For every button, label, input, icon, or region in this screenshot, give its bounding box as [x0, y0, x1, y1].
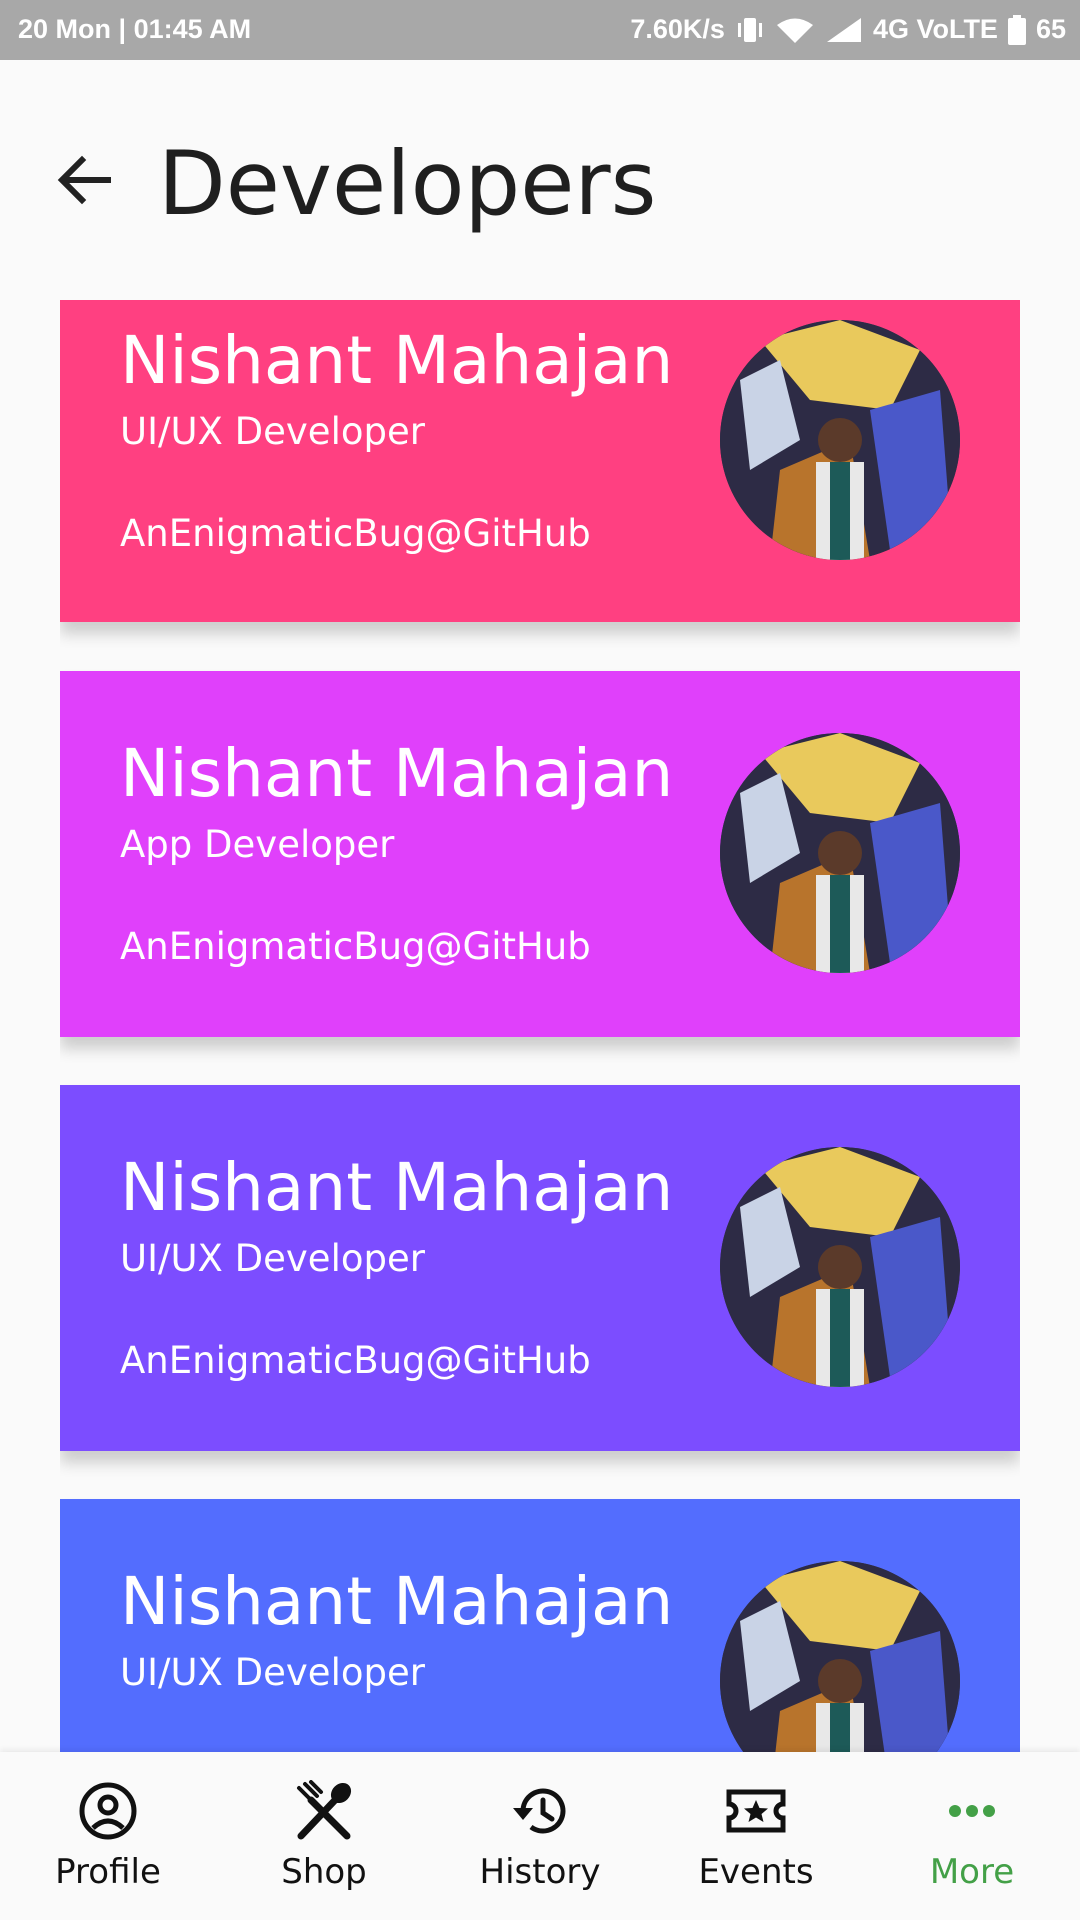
developer-role: UI/UX Developer [120, 1651, 425, 1694]
developer-card[interactable]: Nishant Mahajan UI/UX Developer AnEnigma… [60, 1085, 1020, 1451]
developer-avatar [720, 1147, 960, 1387]
developer-avatar [720, 733, 960, 973]
developer-name: Nishant Mahajan [120, 735, 674, 812]
developer-name: Nishant Mahajan [120, 1149, 674, 1226]
back-button[interactable] [52, 148, 116, 212]
nav-label: Shop [281, 1852, 367, 1892]
developer-handle: AnEnigmaticBug@GitHub [120, 925, 591, 968]
nav-history[interactable]: History [432, 1752, 648, 1920]
nav-shop[interactable]: Shop [216, 1752, 432, 1920]
developer-avatar [720, 1561, 960, 1752]
developer-role: UI/UX Developer [120, 410, 425, 453]
battery-level: 65 [1035, 14, 1066, 44]
nav-label: More [929, 1852, 1015, 1892]
more-horiz-icon [949, 1805, 995, 1817]
status-bar: 20 Mon | 01:45 AM 7.60K/s 4G VoLTE 65 [0, 0, 1080, 60]
nav-label: Events [698, 1852, 814, 1892]
restaurant-icon [297, 1780, 352, 1840]
developer-role: App Developer [120, 823, 395, 866]
nav-events[interactable]: Events [648, 1752, 864, 1920]
arrow-back-icon [57, 155, 111, 205]
developer-handle: AnEnigmaticBug@GitHub [120, 1339, 591, 1382]
nav-more[interactable]: More [864, 1752, 1080, 1920]
account-circle-icon [79, 1782, 137, 1840]
developer-card[interactable]: Nishant Mahajan UI/UX Developer [60, 1499, 1020, 1752]
vibrate-icon [737, 17, 762, 42]
developer-card[interactable]: Nishant Mahajan App Developer AnEnigmati… [60, 671, 1020, 1037]
bottom-navigation: Profile Shop History Events More [0, 1752, 1080, 1920]
developer-avatar [720, 320, 960, 560]
status-right: 7.60K/s 4G VoLTE 65 [630, 14, 1066, 45]
history-icon [513, 1788, 566, 1834]
developer-list[interactable]: Nishant Mahajan UI/UX Developer AnEnigma… [60, 300, 1020, 1752]
wifi-icon [776, 18, 813, 43]
battery-icon [1007, 14, 1026, 45]
network-speed: 7.60K/s [630, 14, 725, 44]
nav-label: Profile [55, 1852, 161, 1892]
page-title: Developers [158, 132, 657, 235]
signal-icon [826, 17, 861, 42]
nav-profile[interactable]: Profile [0, 1752, 216, 1920]
developer-name: Nishant Mahajan [120, 322, 674, 399]
developer-role: UI/UX Developer [120, 1237, 425, 1280]
network-type: 4G VoLTE [872, 14, 998, 44]
nav-label: History [479, 1852, 601, 1892]
developer-handle: AnEnigmaticBug@GitHub [120, 512, 591, 555]
developer-card[interactable]: Nishant Mahajan UI/UX Developer AnEnigma… [60, 300, 1020, 622]
screen: 20 Mon | 01:45 AM 7.60K/s 4G VoLTE 65 De… [0, 0, 1080, 1920]
status-datetime: 20 Mon | 01:45 AM [18, 14, 252, 44]
local-activity-icon [726, 1789, 786, 1833]
developer-name: Nishant Mahajan [120, 1563, 674, 1640]
